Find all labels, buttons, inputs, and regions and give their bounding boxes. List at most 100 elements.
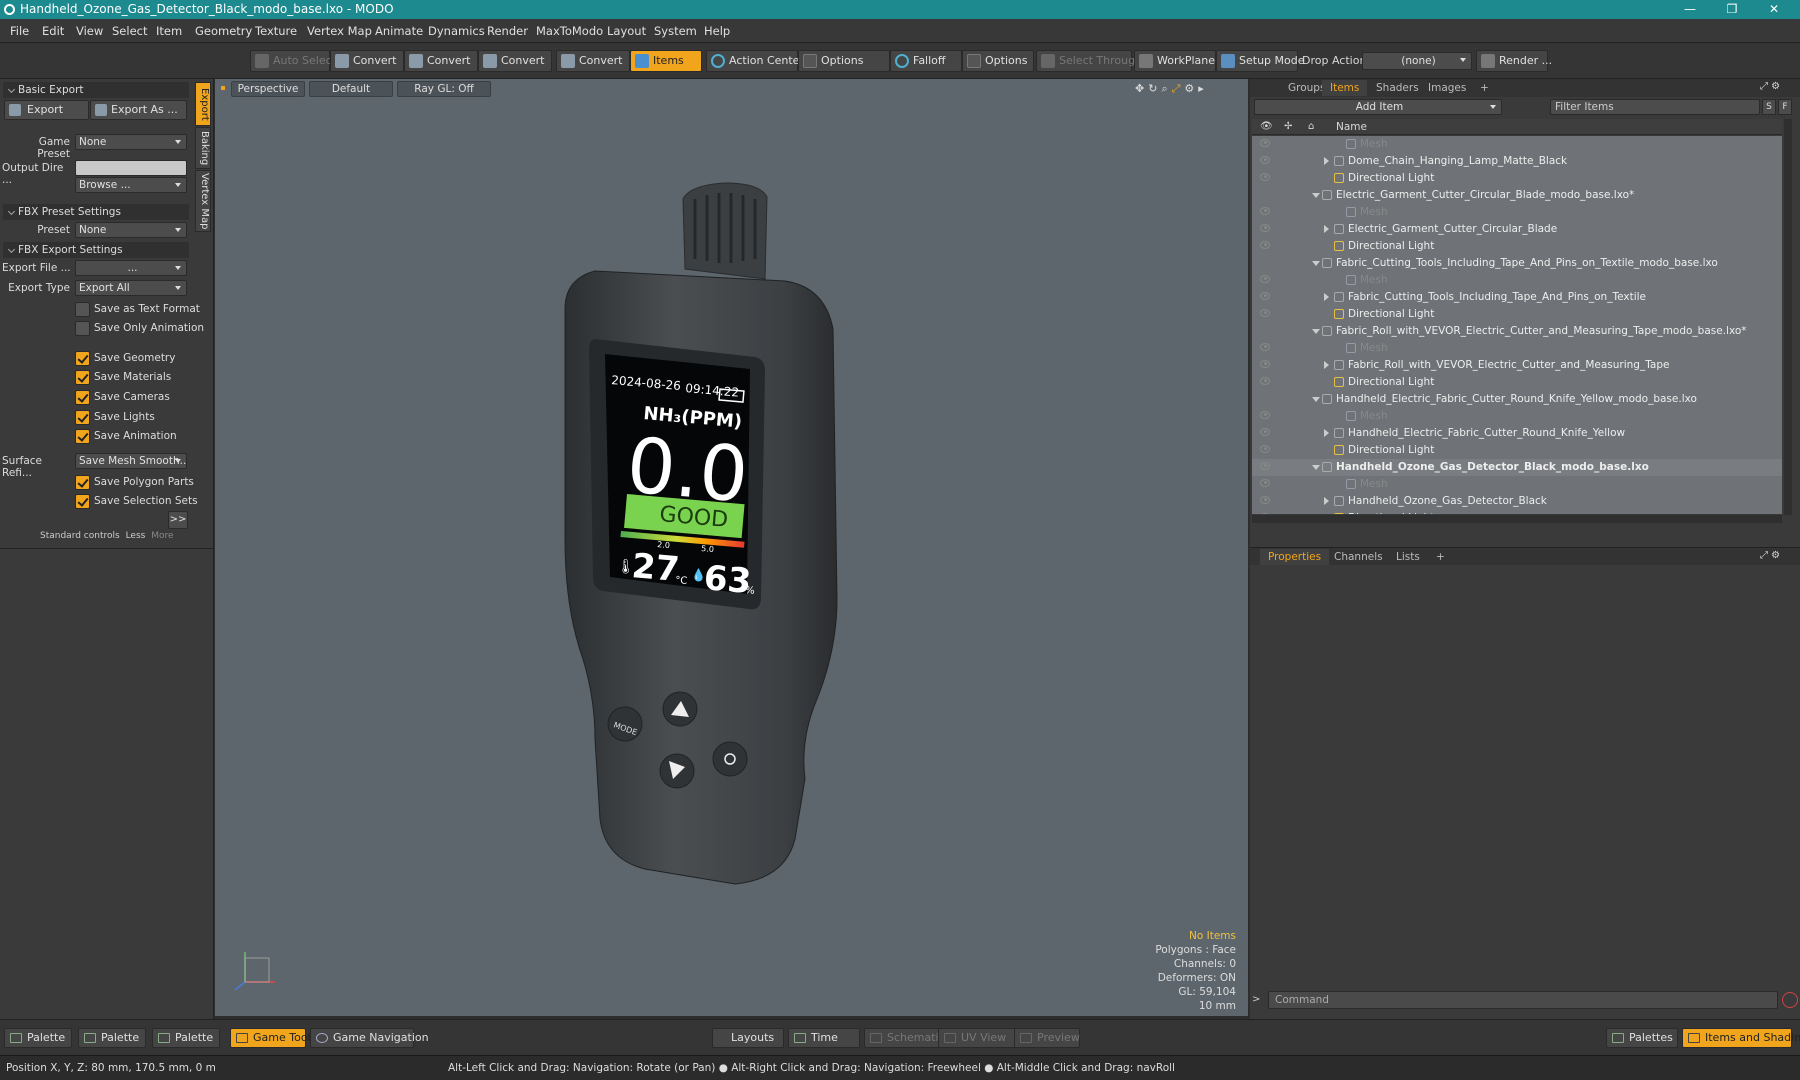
convert-button-1[interactable]: Convert	[330, 50, 404, 72]
checkbox-save-as-text-format[interactable]	[75, 302, 90, 317]
collapse-arrow-icon[interactable]	[1312, 261, 1320, 266]
visibility-eye-icon[interactable]	[1260, 139, 1270, 147]
menu-animate[interactable]: Animate	[375, 24, 423, 38]
visibility-eye-icon[interactable]	[1260, 173, 1270, 181]
items-and-shading-button[interactable]: Items and Shading	[1682, 1028, 1800, 1048]
maximize-view-icon[interactable]: ⤢	[1172, 82, 1185, 95]
export-as-button[interactable]: Export As ...	[90, 100, 187, 120]
shading-default-button[interactable]: Default	[309, 81, 393, 97]
restore-button[interactable]: ❐	[1712, 0, 1752, 19]
output-dir-input[interactable]	[75, 160, 187, 176]
item-row-light[interactable]: Directional Light	[1252, 510, 1782, 514]
item-row-scene[interactable]: Fabric_Roll_with_VEVOR_Electric_Cutter_a…	[1252, 323, 1782, 340]
visibility-eye-icon[interactable]	[1260, 275, 1270, 283]
menu-layout[interactable]: Layout	[607, 24, 646, 38]
menu-dynamics[interactable]: Dynamics	[428, 24, 485, 38]
tab-properties[interactable]: Properties	[1260, 549, 1330, 565]
expand-arrow-icon[interactable]	[1324, 429, 1329, 437]
collapse-arrow-icon[interactable]	[1312, 329, 1320, 334]
visibility-eye-icon[interactable]	[1260, 513, 1270, 514]
expand-arrow-icon[interactable]	[1324, 293, 1329, 301]
tab-items[interactable]: Items	[1322, 80, 1368, 96]
visibility-eye-icon[interactable]	[1260, 428, 1270, 436]
tab-export[interactable]: Export	[195, 82, 211, 126]
visibility-eye-icon[interactable]	[1260, 207, 1270, 215]
visibility-eye-icon[interactable]	[1260, 479, 1270, 487]
item-row-light[interactable]: Directional Light	[1252, 306, 1782, 323]
checkbox-save-geometry[interactable]	[75, 351, 90, 366]
preview-button[interactable]: Preview	[1014, 1028, 1080, 1048]
expand-panel-icon[interactable]: ⤢ ⚙	[1760, 81, 1780, 92]
palettes-button[interactable]: Palettes	[1606, 1028, 1678, 1048]
visibility-eye-icon[interactable]	[1260, 377, 1270, 385]
tab-channels[interactable]: Channels	[1326, 549, 1391, 565]
item-row-loc[interactable]: Handheld_Electric_Fabric_Cutter_Round_Kn…	[1252, 425, 1782, 442]
menu-file[interactable]: File	[10, 24, 29, 38]
move-view-icon[interactable]: ✥	[1135, 82, 1148, 95]
visibility-eye-icon[interactable]	[1260, 224, 1270, 232]
tab-shaders[interactable]: Shaders	[1368, 80, 1427, 96]
setup-mode-button[interactable]: Setup Mode	[1216, 50, 1304, 72]
command-input[interactable]: Command	[1268, 991, 1778, 1009]
browse-button[interactable]: Browse ...	[75, 177, 187, 193]
palette-button-2[interactable]: Palette	[78, 1028, 146, 1048]
menu-geometry[interactable]: Geometry	[195, 24, 252, 38]
visibility-eye-icon[interactable]	[1260, 445, 1270, 453]
convert-button-2[interactable]: Convert	[404, 50, 478, 72]
falloff-options-button[interactable]: Options	[962, 50, 1034, 72]
visibility-eye-icon[interactable]	[1260, 241, 1270, 249]
perspective-button[interactable]: Perspective	[231, 81, 305, 97]
visibility-eye-icon[interactable]	[1260, 343, 1270, 351]
checkbox-save-lights[interactable]	[75, 410, 90, 425]
tab-baking[interactable]: Baking	[195, 127, 211, 169]
filter-f-button[interactable]: F	[1778, 99, 1792, 115]
visibility-eye-icon[interactable]	[1260, 156, 1270, 164]
item-row-mesh[interactable]: Mesh	[1252, 340, 1782, 357]
menu-texture[interactable]: Texture	[255, 24, 297, 38]
viewport-menu-icon[interactable]	[221, 86, 225, 90]
select-through-button[interactable]: Select Through	[1036, 50, 1142, 72]
items-hscrollbar[interactable]	[1252, 515, 1782, 523]
auto-select-button[interactable]: Auto Select	[250, 50, 336, 72]
items-scrollbar[interactable]	[1784, 119, 1792, 515]
checkbox-save-selection-sets[interactable]	[75, 494, 90, 509]
visibility-eye-icon[interactable]	[1260, 496, 1270, 504]
item-row-scene[interactable]: Handheld_Ozone_Gas_Detector_Black_modo_b…	[1252, 459, 1782, 476]
falloff-button[interactable]: Falloff	[890, 50, 962, 72]
item-row-mesh[interactable]: Mesh	[1252, 136, 1782, 153]
more-link[interactable]: More	[151, 531, 173, 541]
item-row-light[interactable]: Directional Light	[1252, 238, 1782, 255]
rotate-view-icon[interactable]: ↻	[1148, 82, 1161, 95]
item-row-loc[interactable]: Fabric_Roll_with_VEVOR_Electric_Cutter_a…	[1252, 357, 1782, 374]
item-row-scene[interactable]: Handheld_Electric_Fabric_Cutter_Round_Kn…	[1252, 391, 1782, 408]
item-row-loc[interactable]: Dome_Chain_Hanging_Lamp_Matte_Black	[1252, 153, 1782, 170]
close-button[interactable]: ✕	[1754, 0, 1794, 19]
less-link[interactable]: Less	[126, 531, 146, 541]
minimize-button[interactable]: —	[1670, 0, 1710, 19]
item-row-light[interactable]: Directional Light	[1252, 442, 1782, 459]
export-file-select[interactable]: ...	[75, 260, 187, 276]
layouts-button[interactable]: Layouts	[712, 1028, 784, 1048]
checkbox-save-only-animation[interactable]	[75, 321, 90, 336]
more-options-button[interactable]: >>	[168, 511, 188, 529]
item-row-scene[interactable]: Fabric_Cutting_Tools_Including_Tape_And_…	[1252, 255, 1782, 272]
tab-vertex-map[interactable]: Vertex Map	[195, 170, 211, 232]
checkbox-save-animation[interactable]	[75, 429, 90, 444]
expand-arrow-icon[interactable]	[1324, 497, 1329, 505]
menu-view[interactable]: View	[76, 24, 103, 38]
item-row-light[interactable]: Directional Light	[1252, 374, 1782, 391]
palette-button-3[interactable]: Palette	[152, 1028, 220, 1048]
item-row-light[interactable]: Directional Light	[1252, 170, 1782, 187]
add-props-tab-button[interactable]: +	[1428, 549, 1453, 565]
game-tools-button[interactable]: Game Tools	[230, 1028, 316, 1048]
menu-help[interactable]: Help	[704, 24, 730, 38]
visibility-eye-icon[interactable]	[1260, 292, 1270, 300]
export-type-select[interactable]: Export All	[75, 280, 187, 296]
add-tab-button[interactable]: +	[1472, 80, 1497, 96]
view-settings-icon[interactable]: ⚙	[1184, 82, 1198, 95]
palette-button-1[interactable]: Palette	[4, 1028, 72, 1048]
expand-arrow-icon[interactable]	[1324, 225, 1329, 233]
time-button[interactable]: Time	[788, 1028, 860, 1048]
visibility-eye-icon[interactable]	[1260, 309, 1270, 317]
game-preset-select[interactable]: None	[75, 134, 187, 150]
